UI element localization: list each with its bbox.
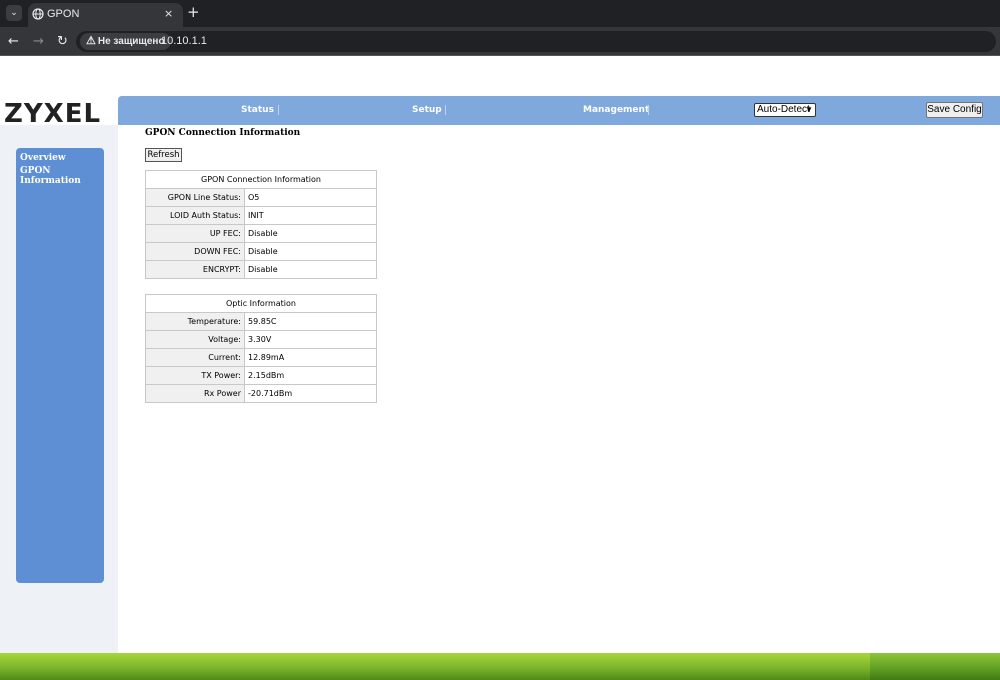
table-header: Optic Information — [145, 294, 377, 313]
table-row: UP FEC: Disable — [145, 224, 377, 243]
table-header: GPON Connection Information — [145, 170, 377, 189]
row-label: Current: — [145, 348, 245, 367]
language-select[interactable]: Auto-Detect ▼ — [754, 103, 816, 117]
plus-icon[interactable]: + — [187, 3, 200, 21]
language-select-value: Auto-Detect — [757, 104, 810, 115]
browser-tab-bar: ⌄ GPON × + — [0, 0, 1000, 27]
sidebar-item-gpon-information[interactable]: GPON Information — [20, 166, 104, 186]
security-chip[interactable]: ⚠ Не защищено — [80, 33, 171, 50]
nav-separator — [648, 105, 649, 115]
row-label: ENCRYPT: — [145, 260, 245, 279]
security-label: Не защищено — [97, 36, 165, 47]
table-row: Current: 12.89mA — [145, 348, 377, 367]
warning-icon: ⚠ — [86, 35, 96, 47]
table-row: Temperature: 59.85C — [145, 312, 377, 331]
reload-icon[interactable]: ↻ — [57, 34, 68, 49]
address-bar: ← → ↻ ⚠ Не защищено 10.10.1.1 — [0, 27, 1000, 56]
nav-separator — [278, 105, 279, 115]
forward-arrow-icon[interactable]: → — [33, 34, 44, 49]
sidebar: Overview GPON Information — [16, 148, 104, 583]
globe-icon — [32, 8, 44, 20]
row-value: O5 — [244, 188, 377, 207]
row-label: Rx Power — [145, 384, 245, 403]
row-value: 3.30V — [244, 330, 377, 349]
tab-title: GPON — [47, 8, 80, 20]
sidebar-item-overview[interactable]: Overview — [20, 153, 66, 163]
url-text[interactable]: 10.10.1.1 — [161, 35, 207, 47]
omnibox[interactable]: ⚠ Не защищено 10.10.1.1 — [76, 31, 996, 52]
row-label: DOWN FEC: — [145, 242, 245, 261]
row-label: TX Power: — [145, 366, 245, 385]
page-title: GPON Connection Information — [145, 128, 301, 138]
row-value: Disable — [244, 224, 377, 243]
browser-tab[interactable]: GPON × — [28, 3, 183, 27]
nav-separator — [445, 105, 446, 115]
chevron-down-icon: ▼ — [805, 105, 813, 114]
table-row: ENCRYPT: Disable — [145, 260, 377, 279]
row-value: -20.71dBm — [244, 384, 377, 403]
row-value: Disable — [244, 242, 377, 261]
table-row: GPON Line Status: O5 — [145, 188, 377, 207]
refresh-button[interactable]: Refresh — [145, 148, 182, 162]
row-value: 59.85C — [244, 312, 377, 331]
row-label: GPON Line Status: — [145, 188, 245, 207]
table-row: LOID Auth Status: INIT — [145, 206, 377, 225]
nav-setup[interactable]: Setup — [412, 105, 442, 115]
close-icon[interactable]: × — [164, 7, 173, 20]
row-label: UP FEC: — [145, 224, 245, 243]
optic-information-table: Optic Information Temperature: 59.85C Vol… — [145, 294, 377, 403]
table-row: TX Power: 2.15dBm — [145, 366, 377, 385]
save-config-button[interactable]: Save Config — [926, 102, 983, 118]
row-value: Disable — [244, 260, 377, 279]
row-value: 2.15dBm — [244, 366, 377, 385]
row-value: INIT — [244, 206, 377, 225]
table-row: Voltage: 3.30V — [145, 330, 377, 349]
footer-band — [0, 653, 1000, 680]
row-label: Temperature: — [145, 312, 245, 331]
top-navigation: Status Setup Management Auto-Detect ▼ Sa… — [118, 96, 1000, 125]
tab-search-chevron-down-icon[interactable]: ⌄ — [6, 5, 22, 21]
table-row: DOWN FEC: Disable — [145, 242, 377, 261]
row-label: LOID Auth Status: — [145, 206, 245, 225]
nav-status[interactable]: Status — [241, 105, 274, 115]
row-value: 12.89mA — [244, 348, 377, 367]
table-row: Rx Power -20.71dBm — [145, 384, 377, 403]
row-label: Voltage: — [145, 330, 245, 349]
footer-band-right — [870, 653, 1000, 680]
nav-management[interactable]: Management — [583, 105, 649, 115]
back-arrow-icon[interactable]: ← — [8, 34, 19, 49]
gpon-connection-table: GPON Connection Information GPON Line St… — [145, 170, 377, 279]
